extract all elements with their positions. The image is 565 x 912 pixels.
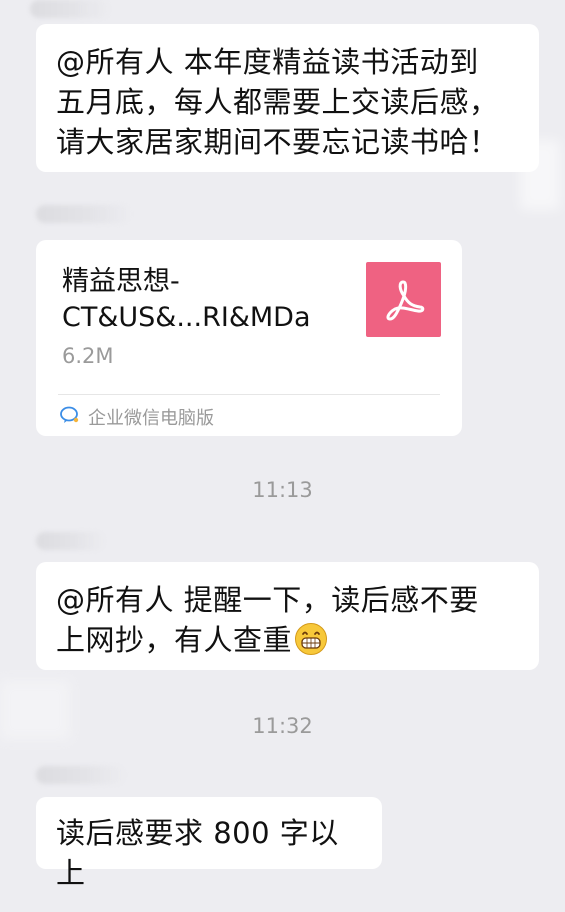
message-text: @所有人 提醒一下，读后感不要 上网抄，有人查重 <box>56 580 519 660</box>
grinning-face-icon <box>294 622 328 656</box>
sender-name-redacted <box>30 0 110 18</box>
message-text: 读后感要求 800 字以上 <box>56 816 339 890</box>
file-source-label: 企业微信电脑版 <box>60 404 214 430</box>
edge-smudge <box>0 680 70 740</box>
divider <box>58 394 440 395</box>
message-text: @所有人 本年度精益读书活动到 五月底，每人都需要上交读后感， 请大家居家期间不… <box>56 45 499 159</box>
pdf-icon <box>366 262 441 337</box>
timestamp: 11:13 <box>252 478 313 502</box>
sender-name-redacted <box>36 766 126 784</box>
edge-smudge <box>520 140 560 210</box>
file-name: 精益思想- CT&US&...RI&MDa <box>62 266 311 333</box>
wecom-icon <box>60 406 80 429</box>
message-bubble[interactable]: 读后感要求 800 字以上 <box>36 797 382 890</box>
sender-name-redacted <box>36 205 131 223</box>
message-text-content: @所有人 提醒一下，读后感不要 上网抄，有人查重 <box>56 583 479 657</box>
file-source-text: 企业微信电脑版 <box>88 408 214 429</box>
sender-name-redacted <box>36 532 106 550</box>
message-bubble[interactable]: @所有人 本年度精益读书活动到 五月底，每人都需要上交读后感， 请大家居家期间不… <box>36 24 539 172</box>
timestamp: 11:32 <box>252 714 313 738</box>
file-message-card[interactable]: 精益思想- CT&US&...RI&MDa 6.2M 企业微信电脑版 <box>36 240 462 436</box>
message-bubble[interactable]: @所有人 提醒一下，读后感不要 上网抄，有人查重 <box>36 562 539 670</box>
file-size: 6.2M <box>62 344 114 368</box>
